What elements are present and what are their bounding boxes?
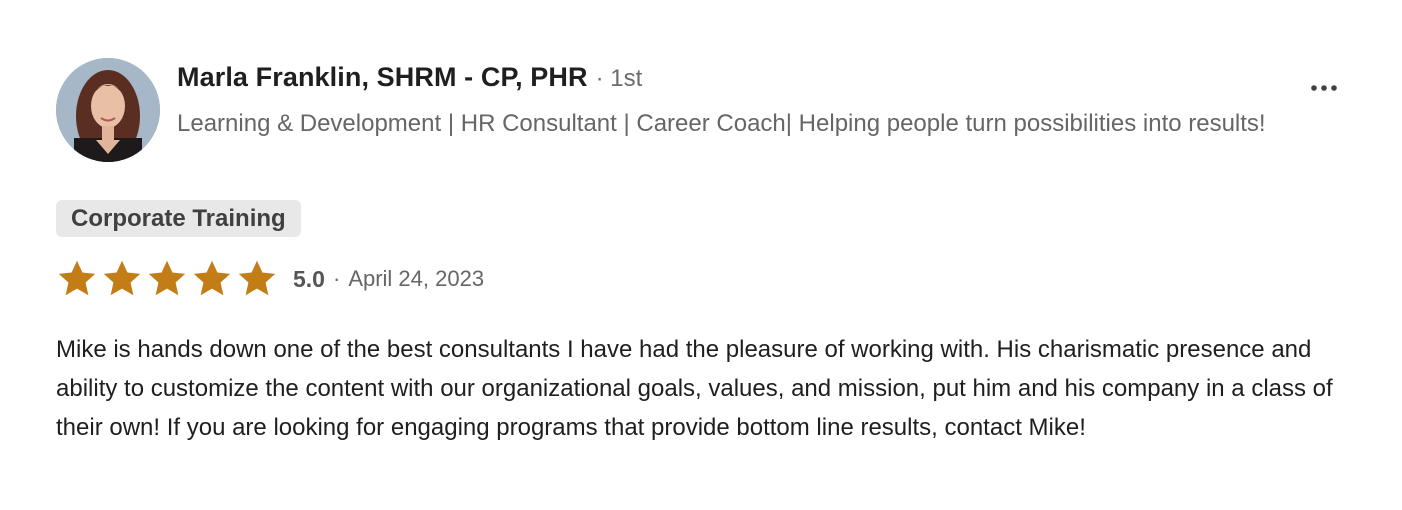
reviewer-name[interactable]: Marla Franklin, SHRM - CP, PHR <box>177 62 588 93</box>
avatar[interactable] <box>56 58 160 162</box>
rating-row: 5.0 · April 24, 2023 <box>56 258 484 300</box>
reviewer-headline: Learning & Development | HR Consultant |… <box>177 110 1266 137</box>
more-horizontal-icon <box>1311 85 1337 91</box>
rating-separator: · <box>332 266 341 291</box>
service-tag: Corporate Training <box>56 200 301 237</box>
star-icon <box>193 260 231 296</box>
star-icon <box>103 260 141 296</box>
rating-score: 5.0 <box>293 265 325 292</box>
star-icon <box>58 260 96 296</box>
review-text: Mike is hands down one of the best consu… <box>56 336 1333 441</box>
star-icon <box>148 260 186 296</box>
review-card: Marla Franklin, SHRM - CP, PHR · 1st Lea… <box>0 0 1402 510</box>
connection-degree: · 1st <box>595 65 643 92</box>
reviewer-name-row: Marla Franklin, SHRM - CP, PHR · 1st <box>177 62 642 93</box>
star-icon <box>238 260 276 296</box>
star-rating <box>56 258 278 300</box>
avatar-image <box>56 58 160 162</box>
more-options-button[interactable] <box>1304 74 1344 102</box>
review-date: April 24, 2023 <box>348 266 485 291</box>
